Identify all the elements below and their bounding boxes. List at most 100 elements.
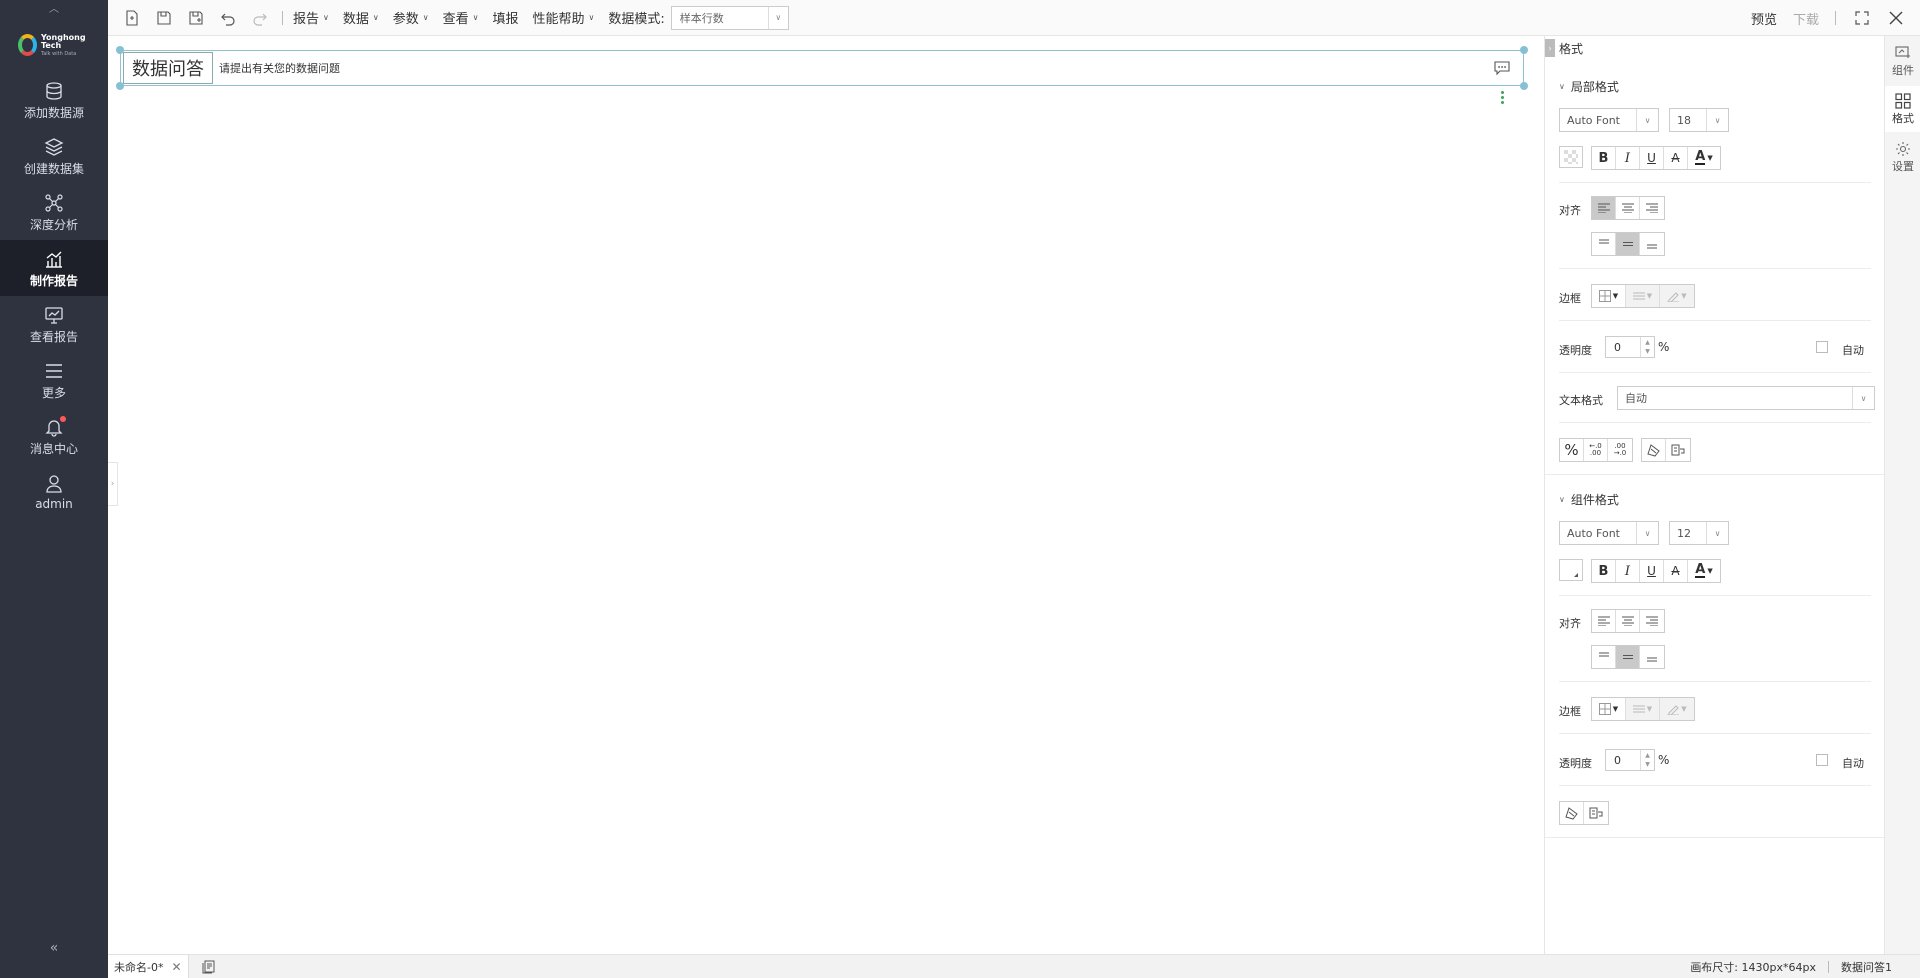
notification-dot <box>60 416 66 422</box>
align-left-icon[interactable] <box>1592 197 1616 219</box>
resize-handle[interactable] <box>116 82 124 90</box>
chat-message-icon[interactable] <box>1491 57 1513 79</box>
border-style-icon[interactable]: ▼ <box>1592 285 1626 307</box>
fullscreen-icon[interactable] <box>1850 6 1874 30</box>
bold-icon[interactable]: B <box>1592 147 1616 169</box>
clear-format-icon[interactable] <box>1642 439 1666 461</box>
align-right-icon[interactable] <box>1640 610 1664 632</box>
component-format-section[interactable]: ∨ 组件格式 <box>1559 491 1619 508</box>
component-font-select[interactable]: Auto Font ∨ <box>1559 521 1659 545</box>
save-as-icon[interactable] <box>184 6 208 30</box>
chevron-down-icon: ∨ <box>372 13 379 22</box>
stepper-arrows-icon[interactable]: ▲ ▼ <box>1640 750 1654 770</box>
font-color-icon[interactable]: A ▼ <box>1688 560 1720 582</box>
undo-icon[interactable] <box>216 6 240 30</box>
border-style-icon[interactable]: ▼ <box>1592 698 1626 720</box>
border-color-icon[interactable]: ▼ <box>1660 698 1694 720</box>
text-format-select[interactable]: 自动 ∨ <box>1617 386 1875 410</box>
nav-item-message-center[interactable]: 消息中心 <box>0 408 108 464</box>
strikethrough-icon[interactable]: A <box>1664 147 1688 169</box>
background-color-icon[interactable] <box>1559 146 1583 168</box>
nav-item-add-datasource[interactable]: 添加数据源 <box>0 72 108 128</box>
nav-item-create-dataset[interactable]: 创建数据集 <box>0 128 108 184</box>
align-bottom-icon[interactable] <box>1640 646 1664 668</box>
component-border-group: ▼ ▼ ▼ <box>1591 697 1695 721</box>
close-icon[interactable] <box>1884 6 1908 30</box>
nav-item-more[interactable]: 更多 <box>0 352 108 408</box>
new-report-icon[interactable] <box>120 6 144 30</box>
report-canvas[interactable]: 数据问答 请提出有关您的数据问题 › <box>108 36 1544 954</box>
redo-icon[interactable] <box>248 6 272 30</box>
component-opacity-stepper[interactable]: 0 ▲ ▼ <box>1605 749 1655 771</box>
nav-item-deep-analysis[interactable]: 深度分析 <box>0 184 108 240</box>
border-color-icon[interactable]: ▼ <box>1660 285 1694 307</box>
qa-question-input[interactable]: 请提出有关您的数据问题 <box>219 60 1491 76</box>
italic-icon[interactable]: I <box>1616 147 1640 169</box>
brand-tagline: Talk with Data <box>40 50 77 57</box>
align-center-icon[interactable] <box>1616 610 1640 632</box>
expand-panel-icon[interactable]: › <box>108 462 118 506</box>
decrease-decimal-icon[interactable]: .00 →.0 <box>1608 439 1632 461</box>
menu-view[interactable]: 查看 ∨ <box>443 8 479 27</box>
align-top-icon[interactable] <box>1592 233 1616 255</box>
border-line-icon[interactable]: ▼ <box>1626 285 1660 307</box>
more-options-icon[interactable] <box>1494 88 1510 106</box>
menu-params[interactable]: 参数 ∨ <box>393 8 429 27</box>
document-tab[interactable]: 未命名-0* ✕ <box>108 955 189 978</box>
data-qa-component[interactable]: 数据问答 请提出有关您的数据问题 <box>120 50 1524 86</box>
local-format-section[interactable]: ∨ 局部格式 <box>1559 78 1619 95</box>
download-button[interactable]: 下载 <box>1793 9 1819 28</box>
rail-tab-settings[interactable]: 设置 <box>1885 134 1920 180</box>
rail-label: 设置 <box>1892 160 1914 173</box>
section-divider <box>1559 182 1871 183</box>
increase-decimal-icon[interactable]: ←.0.00 <box>1584 439 1608 461</box>
align-top-icon[interactable] <box>1592 646 1616 668</box>
align-middle-icon[interactable] <box>1616 233 1640 255</box>
collapse-sidebar-icon[interactable]: « <box>0 940 108 956</box>
format-painter-icon[interactable] <box>1666 439 1690 461</box>
component-background-color-icon[interactable] <box>1559 559 1583 581</box>
clear-format-icon[interactable] <box>1560 802 1584 824</box>
resize-handle[interactable] <box>1520 82 1528 90</box>
align-center-icon[interactable] <box>1616 197 1640 219</box>
nav-item-user[interactable]: admin <box>0 464 108 520</box>
close-tab-icon[interactable]: ✕ <box>171 960 181 974</box>
component-font-size-select[interactable]: 12 ∨ <box>1669 521 1729 545</box>
component-auto-checkbox[interactable] <box>1816 754 1828 766</box>
underline-icon[interactable]: U <box>1640 560 1664 582</box>
nav-item-make-report[interactable]: 制作报告 <box>0 240 108 296</box>
italic-icon[interactable]: I <box>1616 560 1640 582</box>
menu-fill[interactable]: 填报 <box>493 8 519 27</box>
stepper-arrows-icon[interactable]: ▲ ▼ <box>1640 337 1654 357</box>
strikethrough-icon[interactable]: A <box>1664 560 1688 582</box>
rail-tab-format[interactable]: 格式 <box>1885 86 1920 132</box>
border-line-icon[interactable]: ▼ <box>1626 698 1660 720</box>
align-bottom-icon[interactable] <box>1640 233 1664 255</box>
bold-icon[interactable]: B <box>1592 560 1616 582</box>
align-right-icon[interactable] <box>1640 197 1664 219</box>
panel-toggle-icon[interactable]: › <box>1545 39 1555 57</box>
preview-button[interactable]: 预览 <box>1751 9 1777 28</box>
data-mode-select[interactable]: 样本行数 ∨ <box>670 5 789 30</box>
menu-perf-help[interactable]: 性能帮助 ∨ <box>533 8 595 27</box>
format-painter-icon[interactable] <box>1584 802 1608 824</box>
save-icon[interactable] <box>152 6 176 30</box>
nav-item-view-report[interactable]: 查看报告 <box>0 296 108 352</box>
resize-handle[interactable] <box>1520 46 1528 54</box>
opacity-stepper[interactable]: 0 ▲ ▼ <box>1605 336 1655 358</box>
font-color-icon[interactable]: A ▼ <box>1688 147 1720 169</box>
resize-handle[interactable] <box>116 46 124 54</box>
auto-checkbox[interactable] <box>1816 341 1828 353</box>
page-list-icon[interactable] <box>201 959 217 975</box>
align-middle-icon[interactable] <box>1616 646 1640 668</box>
font-select[interactable]: Auto Font ∨ <box>1559 108 1659 132</box>
menu-report[interactable]: 报告 ∨ <box>293 8 329 27</box>
collapse-up-icon[interactable]: ︿ <box>0 0 108 15</box>
percent-format-icon[interactable]: % <box>1560 439 1584 461</box>
menu-data[interactable]: 数据 ∨ <box>343 8 379 27</box>
align-left-icon[interactable] <box>1592 610 1616 632</box>
rail-tab-components[interactable]: 组件 <box>1885 38 1920 84</box>
font-size-select[interactable]: 18 ∨ <box>1669 108 1729 132</box>
toolbar: 报告 ∨ 数据 ∨ 参数 ∨ 查看 ∨ 填报 性能帮助 ∨ 数据模式: 样本行数 ∨ 预览… <box>108 0 1920 36</box>
underline-icon[interactable]: U <box>1640 147 1664 169</box>
